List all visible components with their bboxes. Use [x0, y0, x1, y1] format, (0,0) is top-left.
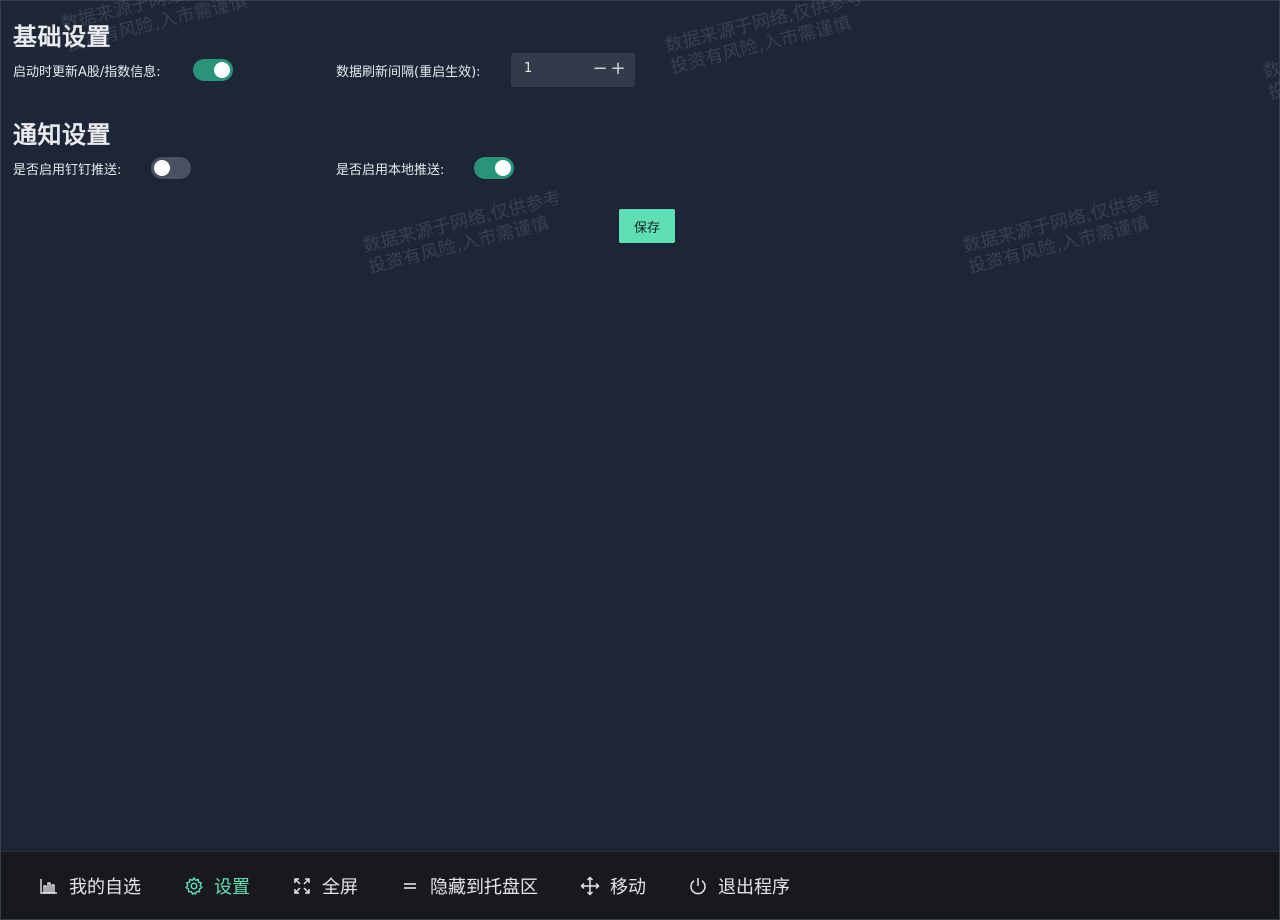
switch-knob: [154, 160, 170, 176]
local-push-switch[interactable]: [474, 157, 514, 179]
gear-icon: [185, 876, 203, 896]
power-icon: [690, 878, 706, 895]
switch-knob: [214, 62, 230, 78]
nav-item-watchlist[interactable]: 我的自选: [39, 874, 141, 898]
nav-item-label: 全屏: [322, 877, 358, 898]
refresh-interval-value[interactable]: 1: [524, 61, 532, 76]
watermark: 数据来源于网络,仅供参考投资有风险,入市需谨慎: [1260, 13, 1280, 105]
settings-window: 数据来源于网络,仅供参考投资有风险,入市需谨慎 数据来源于网络,仅供参考投资有风…: [0, 0, 1280, 920]
update-on-start-switch[interactable]: [193, 59, 233, 81]
nav-item-label: 设置: [214, 877, 250, 898]
watermark: 数据来源于网络,仅供参考投资有风险,入市需谨慎: [662, 0, 866, 79]
bottom-nav-bar: 我的自选 设置 全屏 隐藏到托盘区 移动 退出程序: [1, 851, 1279, 919]
nav-item-hide-to-tray[interactable]: 隐藏到托盘区: [400, 874, 538, 898]
update-on-start-label: 启动时更新A股/指数信息:: [13, 65, 161, 80]
watermark: 数据来源于网络,仅供参考投资有风险,入市需谨慎: [960, 187, 1164, 279]
refresh-interval-stepper[interactable]: 1 − +: [511, 53, 635, 87]
switch-knob: [495, 160, 511, 176]
nav-item-label: 隐藏到托盘区: [430, 877, 538, 898]
nav-item-settings[interactable]: 设置: [184, 874, 250, 898]
notify-settings-title: 通知设置: [13, 121, 111, 149]
nav-item-move[interactable]: 移动: [580, 874, 646, 898]
nav-item-label: 退出程序: [718, 877, 790, 898]
watermark: 数据来源于网络,仅供参考投资有风险,入市需谨慎: [360, 187, 564, 279]
equals-icon: [404, 883, 416, 889]
settings-content: 数据来源于网络,仅供参考投资有风险,入市需谨慎 数据来源于网络,仅供参考投资有风…: [1, 0, 1280, 851]
decrement-button[interactable]: −: [591, 58, 609, 80]
fullscreen-icon: [294, 878, 310, 894]
nav-item-label: 移动: [610, 877, 646, 898]
nav-item-label: 我的自选: [69, 877, 141, 898]
local-push-label: 是否启用本地推送:: [336, 163, 445, 178]
nav-item-fullscreen[interactable]: 全屏: [292, 874, 358, 898]
dingtalk-push-switch[interactable]: [151, 157, 191, 179]
increment-button[interactable]: +: [609, 58, 627, 80]
move-icon: [580, 876, 600, 896]
nav-item-exit[interactable]: 退出程序: [688, 874, 790, 898]
dingtalk-push-label: 是否启用钉钉推送:: [13, 163, 122, 178]
basic-settings-title: 基础设置: [13, 23, 111, 51]
refresh-interval-label: 数据刷新间隔(重启生效):: [336, 65, 481, 80]
bar-chart-icon: [40, 879, 57, 894]
save-button[interactable]: 保存: [619, 209, 675, 243]
